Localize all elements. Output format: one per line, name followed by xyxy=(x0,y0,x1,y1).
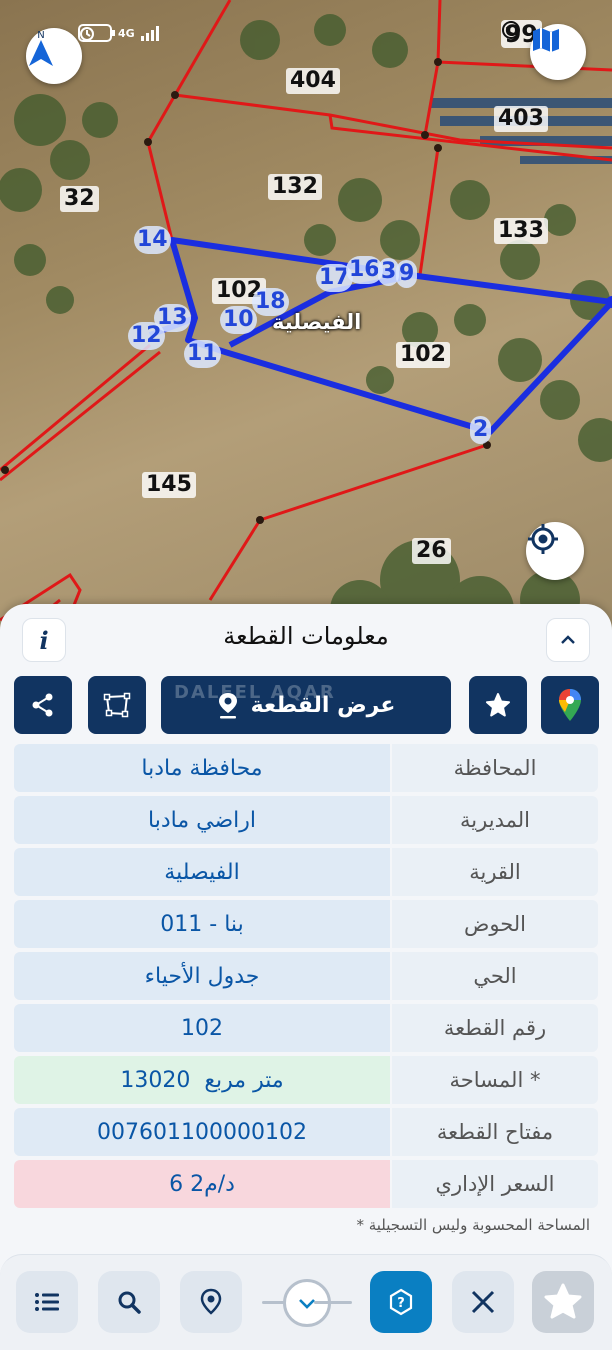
plot-details-table: محافظة مادبا المحافظة اراضي مادبا المدير… xyxy=(14,744,598,1212)
favorites-button[interactable] xyxy=(532,1271,594,1333)
vertex-label: 11 xyxy=(184,340,221,368)
detail-value: بنا - 011 xyxy=(14,900,390,948)
plot-label: 26 xyxy=(412,538,451,564)
list-icon xyxy=(35,1293,59,1311)
detail-value: 102 xyxy=(14,1004,390,1052)
polygon-icon xyxy=(103,692,131,718)
detail-label: القرية xyxy=(392,848,598,896)
bottom-navigation: ? xyxy=(0,1254,612,1350)
vertex-label: 14 xyxy=(134,226,171,254)
village-map-label: الفيصلية xyxy=(272,310,362,334)
detail-row-plot-key: 007601100000102 مفتاح القطعة xyxy=(14,1108,598,1156)
star-icon xyxy=(544,1283,582,1319)
detail-value: 6 د/م2 xyxy=(14,1160,390,1208)
detail-label: المديرية xyxy=(392,796,598,844)
panel-header: i معلومات القطعة xyxy=(0,604,612,670)
detail-value: اراضي مادبا xyxy=(14,796,390,844)
search-icon xyxy=(118,1291,141,1314)
panel-title: معلومات القطعة xyxy=(223,622,389,650)
watermark: DALEEL AQAR xyxy=(174,682,336,703)
detail-row-admin-price: 6 د/م2 السعر الإداري xyxy=(14,1160,598,1208)
help-icon: ? xyxy=(389,1288,413,1316)
detail-value: 13020 متر مربع xyxy=(14,1056,390,1104)
detail-label: المساحة * xyxy=(392,1056,598,1104)
favorite-button[interactable] xyxy=(469,676,527,734)
divider xyxy=(314,1301,352,1304)
network-type: 4G xyxy=(118,26,135,40)
signal-icon xyxy=(140,25,159,41)
detail-label: الحوض xyxy=(392,900,598,948)
chevron-up-icon xyxy=(561,635,575,644)
vertex-label: 12 xyxy=(128,322,165,350)
share-icon xyxy=(32,693,53,717)
help-button[interactable]: ? xyxy=(370,1271,432,1333)
search-button[interactable] xyxy=(98,1271,160,1333)
vertex-label: 2 xyxy=(470,416,492,444)
north-arrow-icon: N xyxy=(29,30,53,66)
svg-text:N: N xyxy=(37,30,44,41)
plot-label: 403 xyxy=(494,106,548,132)
action-toolbar: عرض القطعة DALEEL AQAR xyxy=(14,676,599,734)
detail-value: 007601100000102 xyxy=(14,1108,390,1156)
area-footnote: * المساحة المحسوبة وليس التسجيلية xyxy=(356,1216,590,1234)
location-search-button[interactable] xyxy=(180,1271,242,1333)
plot-info-panel: i معلومات القطعة عرض القطعة DALEEL AQAR … xyxy=(0,604,612,1350)
detail-label: مفتاح القطعة xyxy=(392,1108,598,1156)
plot-label: 32 xyxy=(60,186,99,212)
gps-target-icon xyxy=(528,524,558,554)
detail-row-plot-number: 102 رقم القطعة xyxy=(14,1004,598,1052)
polygon-button[interactable] xyxy=(88,676,146,734)
map-icon xyxy=(533,28,559,52)
plot-label: 145 xyxy=(142,472,196,498)
svg-text:?: ? xyxy=(397,1296,405,1311)
star-icon xyxy=(486,693,510,717)
plot-label: 404 xyxy=(286,68,340,94)
map-layers-button[interactable] xyxy=(530,24,586,80)
map-pin-icon xyxy=(200,1288,222,1315)
satellite-map[interactable]: 404 403 32 132 133 102 102 145 26 14 13 … xyxy=(0,0,612,640)
google-maps-button[interactable] xyxy=(541,676,599,734)
status-bar: 4G xyxy=(78,24,159,42)
whatsapp-icon xyxy=(501,21,520,39)
google-maps-icon xyxy=(559,689,581,721)
detail-row-basin: بنا - 011 الحوض xyxy=(14,900,598,948)
measure-icon xyxy=(471,1290,495,1314)
detail-label: السعر الإداري xyxy=(392,1160,598,1208)
detail-label: رقم القطعة xyxy=(392,1004,598,1052)
compass-button[interactable]: N xyxy=(26,28,82,84)
measure-tool-button[interactable] xyxy=(452,1271,514,1333)
detail-row-governorate: محافظة مادبا المحافظة xyxy=(14,744,598,792)
detail-value: محافظة مادبا xyxy=(14,744,390,792)
detail-row-directorate: اراضي مادبا المديرية xyxy=(14,796,598,844)
detail-label: الحي xyxy=(392,952,598,1000)
vertex-label: 10 xyxy=(220,306,257,334)
detail-row-district: جدول الأحياء الحي xyxy=(14,952,598,1000)
detail-row-village: الفيصلية القرية xyxy=(14,848,598,896)
detail-value: الفيصلية xyxy=(14,848,390,896)
share-button[interactable] xyxy=(14,676,72,734)
alarm-icon xyxy=(80,27,94,41)
vertex-label: 9 xyxy=(396,260,418,288)
list-button[interactable] xyxy=(16,1271,78,1333)
collapse-panel-button[interactable] xyxy=(546,618,590,662)
plot-label: 102 xyxy=(396,342,450,368)
detail-row-area: 13020 متر مربع المساحة * xyxy=(14,1056,598,1104)
detail-value: جدول الأحياء xyxy=(14,952,390,1000)
plot-label: 133 xyxy=(494,218,548,244)
plot-label: 132 xyxy=(268,174,322,200)
my-location-button[interactable] xyxy=(526,522,584,580)
detail-label: المحافظة xyxy=(392,744,598,792)
